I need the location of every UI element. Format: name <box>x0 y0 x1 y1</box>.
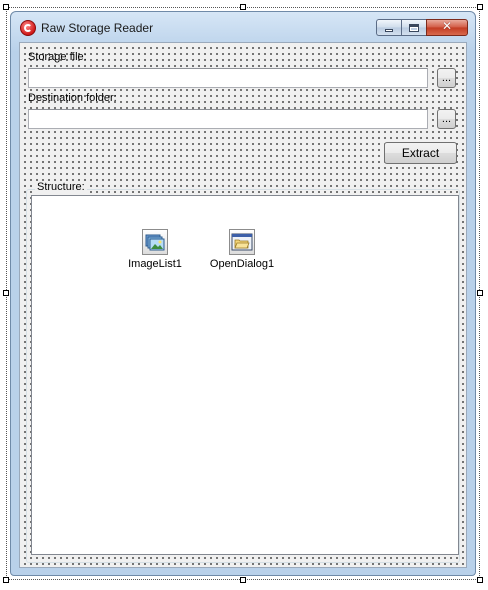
close-button[interactable] <box>426 19 468 36</box>
extract-button[interactable]: Extract <box>384 142 457 164</box>
caption-buttons <box>376 19 468 36</box>
storage-file-input[interactable] <box>28 68 428 88</box>
resize-handle-top-left[interactable] <box>3 4 9 10</box>
minimize-button[interactable] <box>376 19 401 36</box>
resize-handle-left[interactable] <box>3 290 9 296</box>
open-dialog-component[interactable]: OpenDialog1 <box>207 229 277 270</box>
client-area: Storage file: ... Destination folder: ..… <box>19 42 467 568</box>
structure-tree-view[interactable]: ImageList1 OpenDialog1 <box>31 195 459 555</box>
form-window: Raw Storage Reader Storage file: ... Des… <box>10 11 476 576</box>
structure-label: Structure: <box>35 181 87 193</box>
destination-folder-input[interactable] <box>28 109 428 129</box>
window-title: Raw Storage Reader <box>41 21 154 35</box>
open-dialog-label: OpenDialog1 <box>209 258 275 270</box>
open-dialog-icon <box>229 229 255 255</box>
destination-folder-browse-button[interactable]: ... <box>437 109 456 129</box>
resize-handle-top-right[interactable] <box>477 4 483 10</box>
maximize-button[interactable] <box>401 19 426 36</box>
resize-handle-bottom-right[interactable] <box>477 577 483 583</box>
storage-file-label: Storage file: <box>28 51 87 63</box>
destination-folder-label: Destination folder: <box>28 92 117 104</box>
designer-surface: Raw Storage Reader Storage file: ... Des… <box>0 0 488 590</box>
storage-file-browse-button[interactable]: ... <box>437 68 456 88</box>
resize-handle-bottom-left[interactable] <box>3 577 9 583</box>
app-logo-icon <box>20 20 36 36</box>
resize-handle-bottom[interactable] <box>240 577 246 583</box>
image-list-component[interactable]: ImageList1 <box>120 229 190 270</box>
resize-handle-top[interactable] <box>240 4 246 10</box>
image-list-label: ImageList1 <box>128 258 182 270</box>
resize-handle-right[interactable] <box>477 290 483 296</box>
title-bar[interactable]: Raw Storage Reader <box>11 12 475 42</box>
image-list-icon <box>142 229 168 255</box>
